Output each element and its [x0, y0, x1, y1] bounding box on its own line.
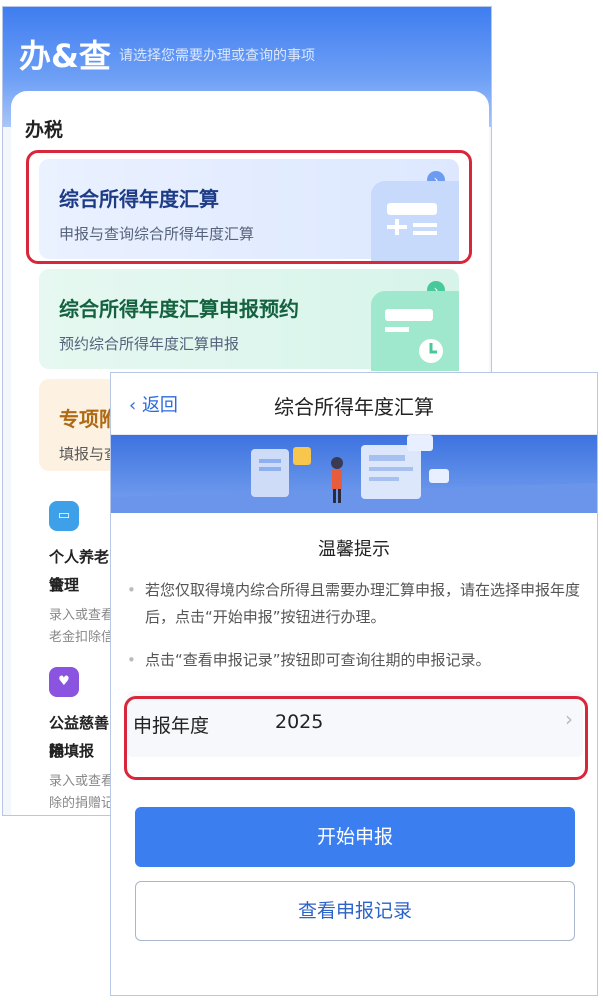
illustration-banner [111, 435, 597, 513]
tip-text: 若您仅取得境内综合所得且需要办理汇算申报，请在选择申报年度后，点击“开始申报”按… [145, 581, 581, 626]
charity-heart-icon: ♥ [49, 667, 79, 697]
page-title: 综合所得年度汇算 [274, 395, 434, 419]
bullet-icon: • [127, 651, 136, 669]
tool-desc: 录入或查看 [49, 774, 115, 789]
nav-bar: ‹ 返回 综合所得年度汇算 [111, 373, 597, 435]
tip-text: 点击“查看申报记录”按钮即可查询往期的申报记录。 [145, 651, 491, 669]
view-history-button[interactable]: 查看申报记录 [135, 881, 575, 941]
tool-desc: 录入或查看 [49, 608, 115, 623]
card-title: 综合所得年度汇算申报预约 [59, 297, 299, 321]
card-subtitle: 预约综合所得年度汇算申报 [59, 335, 240, 353]
highlight-box-card [26, 150, 472, 264]
annual-settlement-screen: ‹ 返回 综合所得年度汇算 温馨提示 • 若您仅取得境内综合所得且需要办理汇算申… [110, 372, 598, 996]
tool-name: 管理 [49, 576, 80, 594]
tool-name: 除填报 [49, 742, 95, 760]
tip-item: • 点击“查看申报记录”按钮即可查询往期的申报记录。 [127, 647, 585, 674]
tip-title: 温馨提示 [318, 539, 390, 560]
section-title: 办税 [25, 119, 64, 141]
highlight-box-year [124, 696, 588, 780]
bullet-icon: • [127, 581, 136, 599]
tool-desc: 老金扣除信 [49, 630, 115, 645]
tool-desc: 除的捐赠记 [49, 796, 115, 811]
pension-card-icon: ▭ [49, 501, 79, 531]
tip-item: • 若您仅取得境内综合所得且需要办理汇算申报，请在选择申报年度后，点击“开始申报… [127, 577, 585, 631]
app-title: 办&查 [19, 37, 111, 75]
calendar-clock-icon [371, 291, 459, 371]
app-subtitle: 请选择您需要办理或查询的事项 [119, 48, 315, 64]
start-filing-button[interactable]: 开始申报 [135, 807, 575, 867]
card-settlement-appointment[interactable]: 综合所得年度汇算申报预约 预约综合所得年度汇算申报 › [39, 269, 459, 371]
